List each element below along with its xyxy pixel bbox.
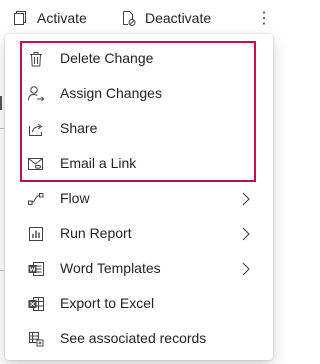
activate-label: Activate [37, 10, 87, 26]
deactivate-label: Deactivate [145, 10, 212, 26]
more-commands-icon[interactable]: ⋮ [256, 8, 272, 28]
menu-item-delete-change[interactable]: Delete Change [5, 41, 273, 76]
chevron-right-icon [241, 261, 251, 277]
menu-item-assign-changes[interactable]: Assign Changes [5, 76, 273, 111]
menu-item-share[interactable]: Share [5, 111, 273, 146]
menu-item-label: Flow [60, 190, 90, 206]
menu-item-email-a-link[interactable]: Email a Link [5, 146, 273, 181]
chevron-right-icon [241, 191, 251, 207]
menu-item-label: Email a Link [60, 155, 137, 171]
menu-item-label: Delete Change [60, 50, 154, 66]
menu-item-label: Share [60, 120, 98, 136]
deactivate-icon [120, 10, 136, 26]
trash-icon [27, 50, 45, 68]
menu-item-label: Word Templates [60, 260, 161, 276]
menu-item-label: Export to Excel [60, 295, 155, 311]
menu-item-label: Assign Changes [60, 85, 162, 101]
menu-item-see-associated-records[interactable]: See associated records [5, 321, 273, 356]
overflow-menu: Delete Change Assign Changes Share Email… [5, 34, 273, 360]
menu-item-export-to-excel[interactable]: Export to Excel [5, 286, 273, 321]
background-divider [0, 270, 4, 271]
chevron-right-icon [241, 226, 251, 242]
command-bar: Activate Deactivate ⋮ [0, 0, 277, 36]
report-icon [27, 225, 45, 243]
associated-records-icon [27, 330, 45, 348]
flow-icon [27, 190, 45, 208]
email-link-icon [27, 155, 45, 173]
menu-item-word-templates[interactable]: Word Templates [5, 251, 273, 286]
activate-button[interactable]: Activate [12, 0, 87, 36]
menu-item-label: Run Report [60, 225, 132, 241]
menu-item-run-report[interactable]: Run Report [5, 216, 273, 251]
deactivate-button[interactable]: Deactivate [120, 0, 211, 36]
activate-icon [12, 10, 28, 26]
word-icon [27, 260, 45, 278]
background-divider [0, 128, 4, 129]
assign-user-icon [27, 85, 45, 103]
menu-item-label: See associated records [60, 330, 207, 346]
share-icon [27, 120, 45, 138]
excel-icon [27, 295, 45, 313]
menu-item-flow[interactable]: Flow [5, 181, 273, 216]
